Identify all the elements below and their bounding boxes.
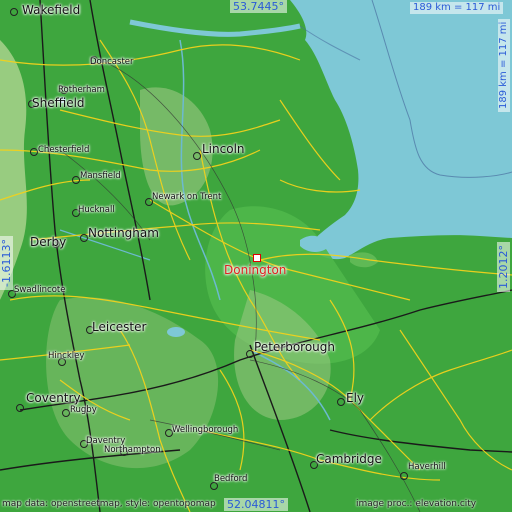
map-canvas[interactable]: 53.7445° 52.04811° -1.6113° 1.2012° 189 …	[0, 0, 512, 512]
town-marker	[337, 398, 345, 406]
town-marker	[246, 350, 254, 358]
place-label-donington: Donington	[224, 263, 287, 277]
town-label-cambridge: Cambridge	[316, 452, 382, 466]
town-marker	[80, 234, 88, 242]
town-label-derby: Derby	[30, 235, 67, 249]
town-marker	[10, 8, 18, 16]
town-label-wakefield: Wakefield	[22, 3, 81, 17]
town-label-lincoln: Lincoln	[202, 142, 245, 156]
town-label-hinckley: Hinckley	[48, 351, 85, 361]
town-marker	[193, 152, 201, 160]
latitude-bottom-label: 52.04811°	[224, 498, 288, 511]
town-marker	[62, 409, 70, 417]
town-marker	[400, 472, 408, 480]
town-label-chesterfield: Chesterfield	[38, 145, 90, 155]
town-label-coventry: Coventry	[26, 391, 81, 405]
town-label-doncaster: Doncaster	[90, 57, 134, 67]
town-label-northampton: Northampton	[104, 445, 161, 455]
town-label-hucknall: Hucknall	[78, 205, 115, 215]
town-label-bedford: Bedford	[214, 474, 248, 484]
town-label-newark: Newark on Trent	[152, 192, 222, 202]
place-marker[interactable]	[253, 254, 261, 262]
town-label-rotherham: Rotherham	[58, 85, 105, 95]
map-credit-left: map data: openstreetmap, style: opentopo…	[2, 499, 216, 509]
town-label-rugby: Rugby	[70, 405, 97, 415]
town-label-ely: Ely	[346, 391, 365, 405]
town-label-mansfield: Mansfield	[80, 171, 121, 181]
town-label-leicester: Leicester	[92, 320, 147, 334]
town-marker	[72, 176, 80, 184]
latitude-top-label: 53.7445°	[230, 0, 287, 13]
scale-horizontal-label: 189 km = 117 mi	[410, 2, 504, 14]
longitude-right-label: 1.2012°	[497, 242, 510, 292]
town-label-peterborough: Peterborough	[254, 340, 336, 354]
map-credit-right: image proc.: elevation.city	[356, 499, 477, 509]
town-label-haverhill: Haverhill	[408, 462, 446, 472]
longitude-left-label: -1.6113°	[0, 236, 13, 290]
scale-vertical-label: 189 km = 117 mi	[498, 18, 510, 112]
town-label-nottingham: Nottingham	[88, 226, 159, 240]
town-marker	[30, 148, 38, 156]
town-label-sheffield: Sheffield	[32, 96, 85, 110]
town-marker	[16, 404, 24, 412]
town-label-swadlincote: Swadlincote	[14, 285, 66, 295]
town-label-wellingborough: Wellingborough	[172, 425, 239, 435]
